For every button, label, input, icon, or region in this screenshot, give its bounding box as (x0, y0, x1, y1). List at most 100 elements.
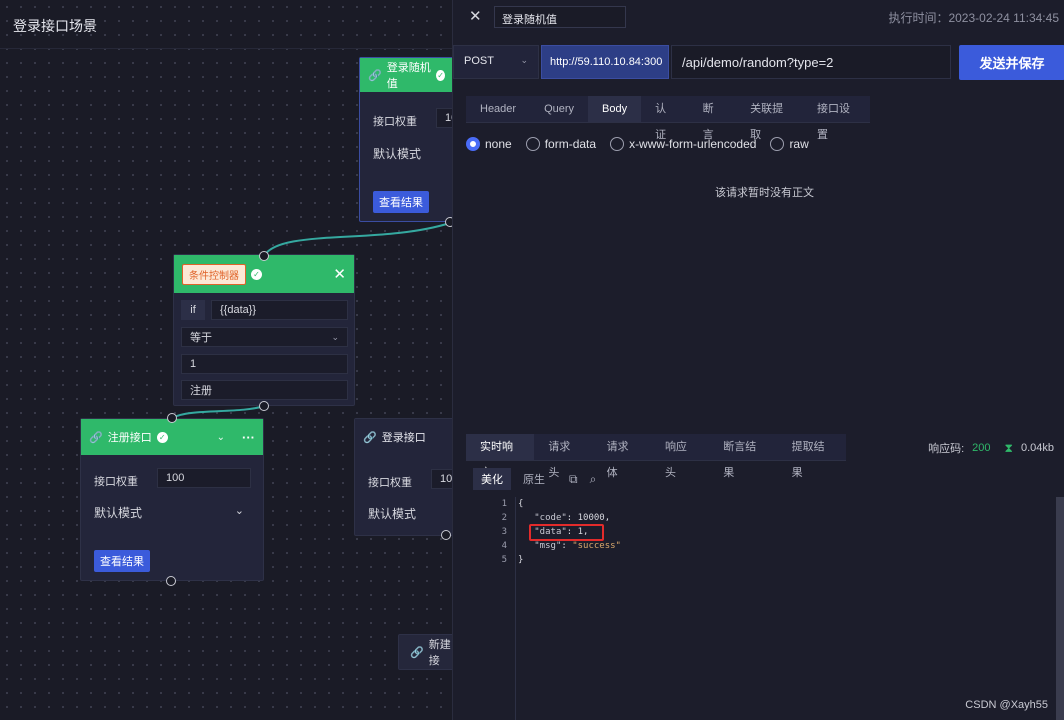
empty-body-message: 该请求暂时没有正文 (715, 187, 814, 199)
body-type-radio[interactable]: none (466, 137, 512, 151)
radio-dot[interactable] (466, 137, 480, 151)
body-type-radio[interactable]: raw (770, 137, 809, 151)
mode-select[interactable]: 默认模式 (373, 145, 421, 162)
response-tab[interactable]: 请求体 (593, 434, 651, 479)
api-name-input[interactable]: 登录随机值 (494, 6, 626, 28)
condition-value-input[interactable]: 1 (181, 354, 348, 374)
view-mode-tabs: 美化 原生 ⧉ ⌕ (473, 468, 596, 490)
close-icon[interactable]: ✕ (333, 265, 346, 283)
node-login-random[interactable]: 🔗 登录随机值 ✓ 接口权重 10 默认模式 查看结果 (359, 57, 452, 222)
weight-label: 接口权重 (368, 477, 412, 489)
link-icon: 🔗 (368, 69, 382, 82)
body-type-radio[interactable]: x-www-form-urlencoded (610, 137, 756, 151)
input-port[interactable] (259, 251, 269, 261)
mode-value: 默认模式 (94, 506, 143, 520)
line-number: 3 (501, 527, 507, 537)
host-input[interactable]: http://59.110.10.84:300 (541, 45, 669, 79)
node-login[interactable]: 🔗 登录接口 接口权重 10 默认模式 (354, 418, 452, 536)
response-tab[interactable]: 实时响应 (466, 434, 535, 479)
output-port[interactable] (441, 530, 451, 540)
request-tab[interactable]: Query (530, 96, 588, 122)
node-header: 🔗 登录接口 (355, 419, 452, 455)
body-type-radio[interactable]: form-data (525, 137, 596, 151)
new-node-label: 新建接 (428, 639, 451, 667)
response-tab[interactable]: 请求头 (534, 434, 592, 479)
operator-value: 等于 (190, 332, 212, 344)
node-register[interactable]: 🔗 注册接口 ✓ ⌄ ··· 接口权重 100 默认模式 ⌄ 查看结果 (80, 418, 264, 581)
link-icon: 🔗 (410, 646, 424, 659)
method-value: POST (464, 55, 494, 67)
path-input[interactable]: /api/demo/random?type=2 (671, 45, 951, 79)
radio-label: raw (789, 137, 809, 151)
scene-canvas[interactable]: 登录接口场景 🔗 登录随机值 ✓ 接口权重 10 默认模式 查看结果 条件控制器… (0, 0, 452, 720)
response-tabs: 实时响应请求头请求体响应头断言结果提取结果 (466, 434, 846, 479)
hourglass-icon: ⧗ (1004, 440, 1013, 455)
view-mode-raw[interactable]: 原生 (515, 468, 553, 490)
scrollbar[interactable] (1056, 497, 1064, 720)
request-tab[interactable]: 认证 (641, 96, 688, 141)
node-header: 🔗 注册接口 ✓ ⌄ ··· (81, 419, 263, 455)
output-port[interactable] (445, 217, 452, 227)
weight-input[interactable]: 10 (431, 469, 452, 489)
chevron-down-icon[interactable]: ⌄ (217, 432, 225, 443)
json-value: "success" (572, 541, 621, 551)
radio-dot[interactable] (525, 137, 540, 151)
request-tab[interactable]: 关联提取 (736, 96, 803, 141)
status-code: 200 (972, 442, 991, 454)
output-port[interactable] (166, 576, 176, 586)
view-mode-pretty[interactable]: 美化 (473, 468, 511, 490)
request-tab[interactable]: 断言 (689, 96, 736, 141)
more-icon[interactable]: ··· (242, 430, 255, 445)
radio-label: none (485, 137, 512, 151)
close-icon[interactable]: ✕ (469, 7, 482, 25)
response-tab[interactable]: 断言结果 (709, 434, 777, 479)
node-condition[interactable]: 条件控制器 ✓ ✕ if {{data}} 等于 ⌄ 1 注册 (173, 254, 355, 406)
response-meta: 响应码: 200 ⧗ 0.04kb (928, 440, 1054, 456)
condition-target-input[interactable]: 注册 (181, 380, 348, 400)
node-title: 登录接口 (381, 432, 426, 444)
copy-icon[interactable]: ⧉ (569, 472, 578, 487)
send-and-save-button[interactable]: 发送并保存 (959, 45, 1064, 80)
json-brace: } (518, 555, 524, 565)
response-tab[interactable]: 响应头 (651, 434, 709, 479)
input-port[interactable] (167, 413, 177, 423)
mode-select[interactable]: 默认模式 ⌄ (94, 504, 244, 521)
radio-label: x-www-form-urlencoded (629, 137, 757, 151)
json-brace: { (518, 499, 524, 509)
connector-random-to-condition (263, 222, 451, 257)
execution-time: 执行时间：2023-02-24 11:34:45 (888, 11, 1059, 25)
node-header: 🔗 登录随机值 ✓ (360, 58, 452, 92)
highlight-box (529, 524, 604, 541)
output-port[interactable] (259, 401, 269, 411)
condition-variable-input[interactable]: {{data}} (211, 300, 348, 320)
chevron-down-icon: ⌄ (331, 331, 339, 342)
weight-input[interactable]: 100 (157, 468, 251, 488)
response-size: 0.04kb (1020, 442, 1054, 454)
node-title[interactable]: 条件控制器 (182, 263, 246, 285)
json-key: "msg" (534, 541, 562, 551)
mode-select[interactable]: 默认模式 (368, 505, 416, 522)
weight-input[interactable]: 10 (436, 108, 452, 128)
link-icon: 🔗 (89, 431, 103, 444)
link-icon: 🔗 (363, 431, 377, 444)
json-line: "code": 10000, (534, 513, 611, 523)
method-select[interactable]: POST ⌄ (453, 45, 539, 79)
weight-label: 接口权重 (373, 116, 417, 128)
response-body[interactable]: { "code": 10000, "data": 1, "msg": "succ… (518, 497, 1058, 720)
status-label: 响应码: (928, 443, 965, 455)
new-node-button[interactable]: 🔗 新建接 (398, 634, 452, 670)
request-tab[interactable]: Body (588, 96, 642, 122)
radio-dot[interactable] (610, 137, 625, 151)
json-line: } (518, 553, 1058, 567)
search-icon[interactable]: ⌕ (590, 472, 597, 487)
request-tab[interactable]: Header (466, 96, 530, 122)
view-result-button[interactable]: 查看结果 (94, 550, 150, 572)
condition-operator-select[interactable]: 等于 ⌄ (181, 327, 348, 347)
watermark: CSDN @Xayh55 (965, 699, 1048, 711)
response-tab[interactable]: 提取结果 (778, 434, 846, 479)
request-detail-panel: ✕ 登录随机值 执行时间：2023-02-24 11:34:45 POST ⌄ … (452, 0, 1064, 720)
radio-dot[interactable] (770, 137, 785, 151)
request-tab[interactable]: 接口设置 (803, 96, 870, 141)
view-result-button[interactable]: 查看结果 (373, 191, 429, 213)
chevron-down-icon: ⌄ (234, 505, 244, 517)
